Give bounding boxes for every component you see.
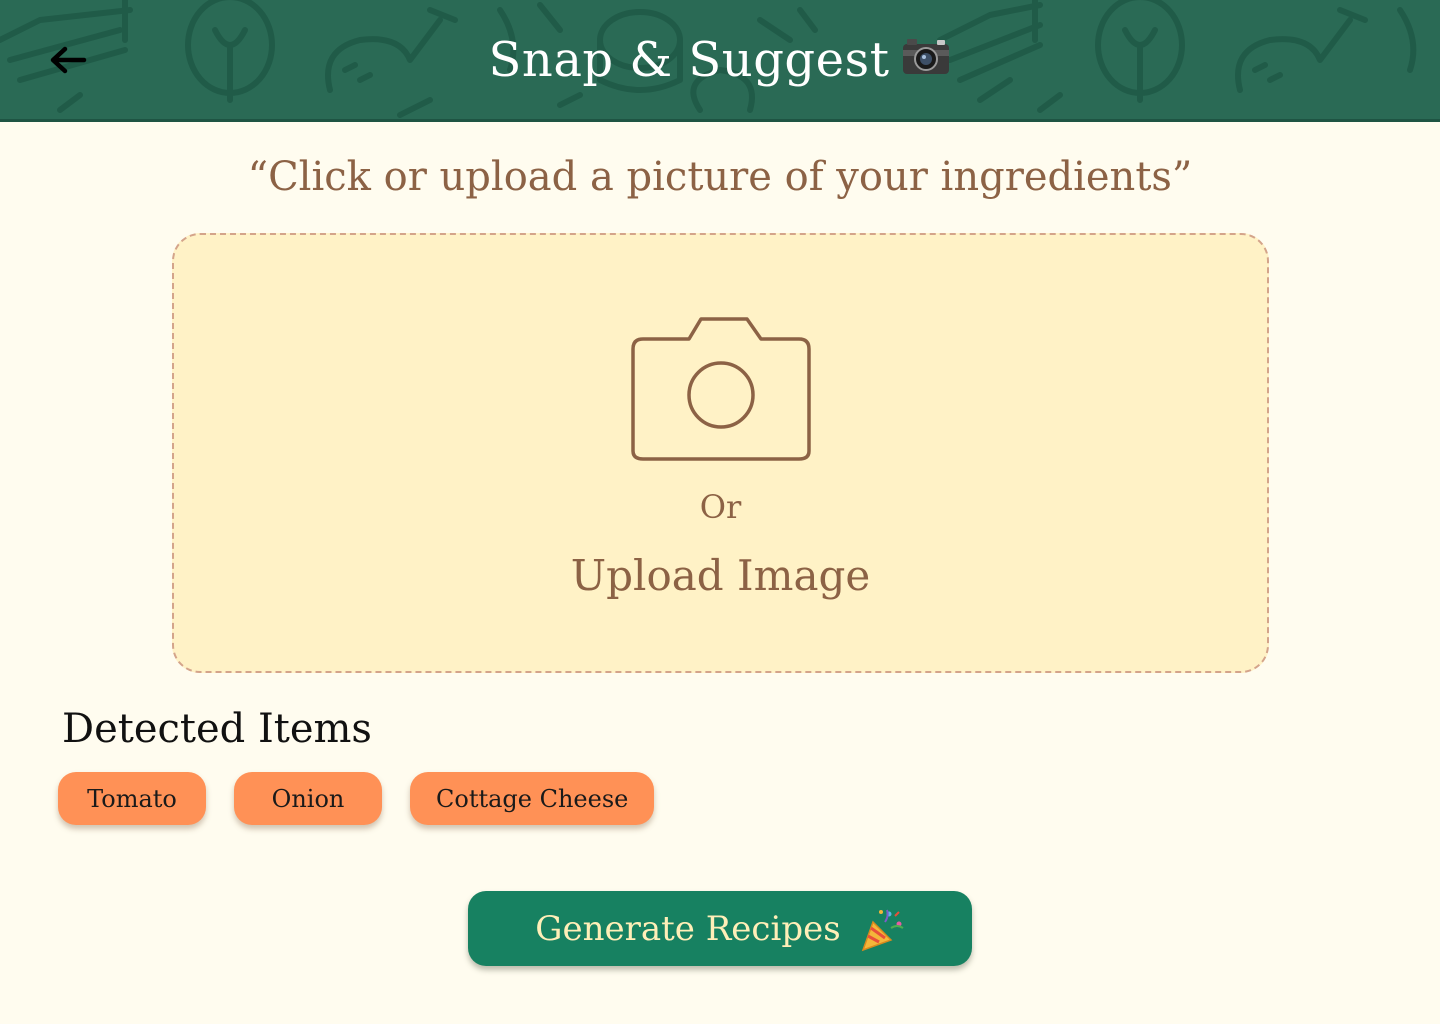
or-label: Or [699,488,742,526]
page-title-text: Snap & Suggest [488,32,890,88]
camera-icon [631,317,811,461]
ingredient-chip-onion[interactable]: Onion [234,772,382,825]
ingredient-chip-tomato[interactable]: Tomato [58,772,206,825]
detected-items-heading: Detected Items [62,706,372,752]
upload-instruction: “Click or upload a picture of your ingre… [247,154,1193,200]
upload-image-button[interactable]: Upload Image [174,547,1267,605]
ingredient-chip-cottage-cheese[interactable]: Cottage Cheese [410,772,655,825]
detected-items-list: Tomato Onion Cottage Cheese [58,772,655,825]
camera-emoji-icon [903,39,950,74]
generate-recipes-button[interactable]: Generate Recipes [468,891,972,966]
app-header: Snap & Suggest [0,0,1440,122]
page-title: Snap & Suggest [0,28,1440,92]
image-dropzone[interactable]: Or Upload Image [172,233,1269,673]
generate-recipes-label: Generate Recipes [535,908,841,949]
party-popper-icon [861,909,904,951]
